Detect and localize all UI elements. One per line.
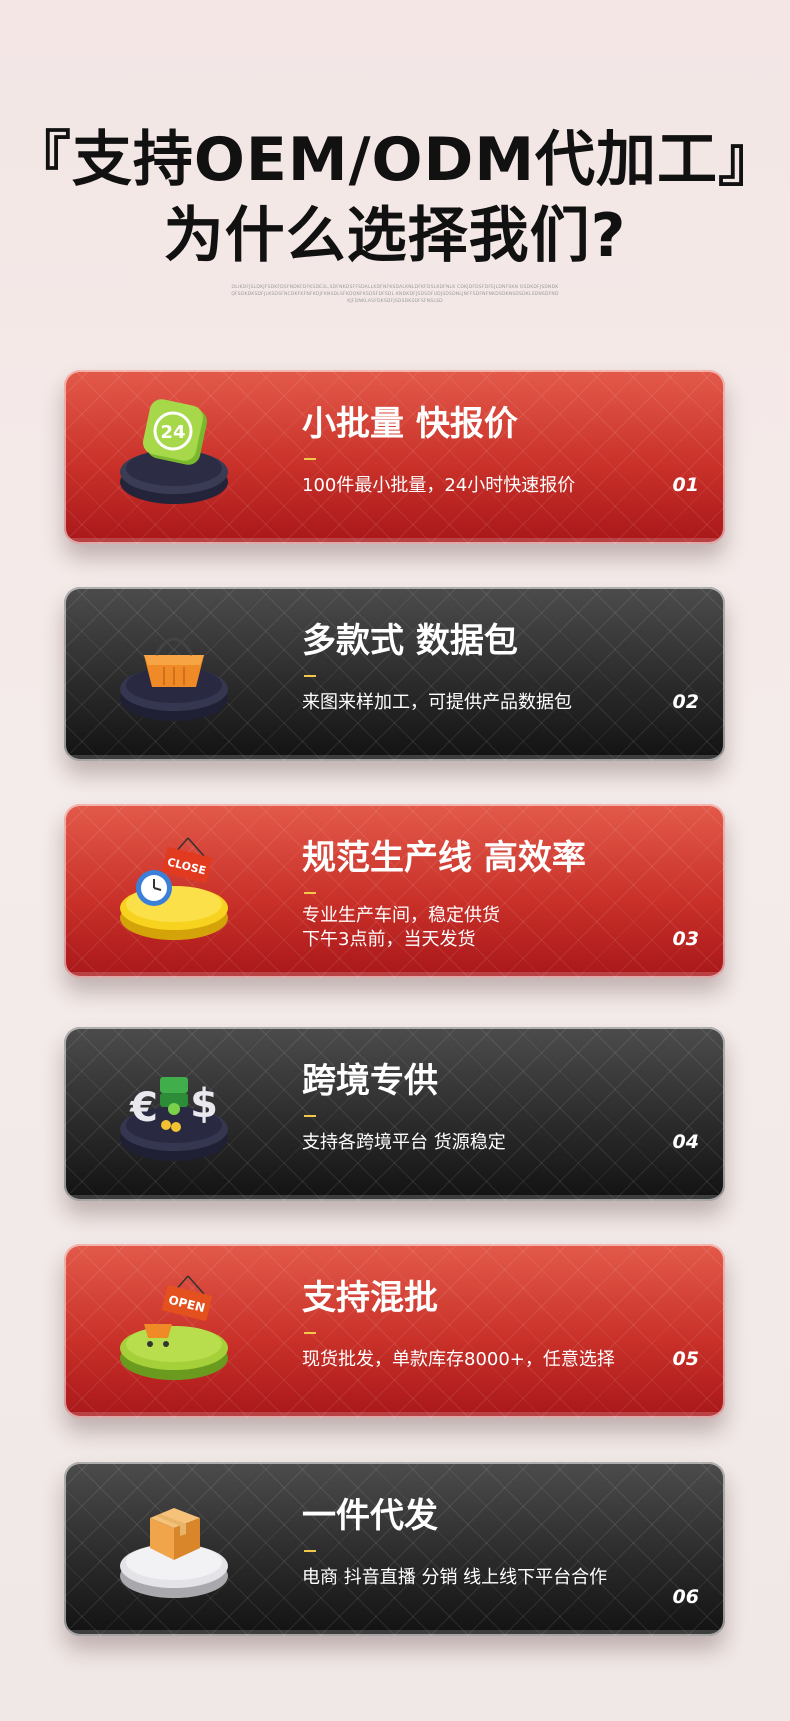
card-number: 03 [672,928,699,950]
feature-card-3: CLOSE 规范生产线 高效率 专业生产车间，稳定供货 下午3点前，当天发货 0… [64,804,725,978]
svg-text:$: $ [190,1081,218,1127]
title-underline [304,1550,316,1552]
feature-card-1: 24 小批量 快报价 100件最小批量，24小时快速报价 01 [64,370,725,544]
open-sign-cart-icon: OPEN [120,1275,228,1380]
title-underline [304,1332,316,1334]
feature-card-6: 一件代发 电商 抖音直播 分销 线上线下平台合作 06 [64,1462,725,1636]
card-title: 规范生产线 高效率 [302,838,586,878]
card-number: 05 [672,1348,699,1370]
title-underline [304,1115,316,1117]
svg-text:€: € [129,1085,158,1131]
card-description: 专业生产车间，稳定供货 下午3点前，当天发货 [302,905,500,950]
page-title-line2: 为什么选择我们? [163,201,627,271]
page-title-line1: 『支持OEM/ODM代加工』 [10,125,780,195]
card-description: 100件最小批量，24小时快速报价 [302,475,576,496]
card-number: 02 [672,691,699,713]
parcel-box-icon [120,1508,228,1598]
card-description: 现货批发，单款库存8000+，任意选择 [302,1349,615,1370]
card-number: 01 [672,474,699,496]
card-description: 支持各跨境平台 货源稳定 [302,1132,506,1153]
card-description: 电商 抖音直播 分销 线上线下平台合作 [302,1567,608,1588]
shopping-basket-icon [120,637,228,721]
card-title: 跨境专供 [302,1061,438,1101]
title-underline [304,458,316,460]
clock-close-sign-icon: CLOSE [120,837,228,940]
card-title: 一件代发 [302,1496,438,1536]
feature-card-5: OPEN 支持混批 现货批发，单款库存8000+，任意选择 05 [64,1244,725,1418]
card-title: 小批量 快报价 [302,404,518,444]
currency-exchange-icon: € $ [120,1077,228,1161]
feature-card-2: 多款式 数据包 来图来样加工，可提供产品数据包 02 [64,587,725,761]
svg-text:24: 24 [160,422,185,443]
card-number: 04 [672,1131,699,1153]
title-underline [304,675,316,677]
title-underline [304,892,316,894]
card-title: 支持混批 [302,1278,438,1318]
feature-card-4: € $ 跨境专供 支持各跨境平台 货源稳定 04 [64,1027,725,1201]
24-hour-badge-icon: 24 [120,399,228,504]
card-description: 来图来样加工，可提供产品数据包 [302,692,572,713]
card-title: 多款式 数据包 [302,621,518,661]
page-title: 『支持OEM/ODM代加工』 为什么选择我们? [0,122,790,274]
decorative-fine-text: OLIKDFJSLDKJFSDKFDSFNDKFDFKSDE3L,SDFNKDS… [231,285,559,304]
card-number: 06 [672,1586,699,1608]
